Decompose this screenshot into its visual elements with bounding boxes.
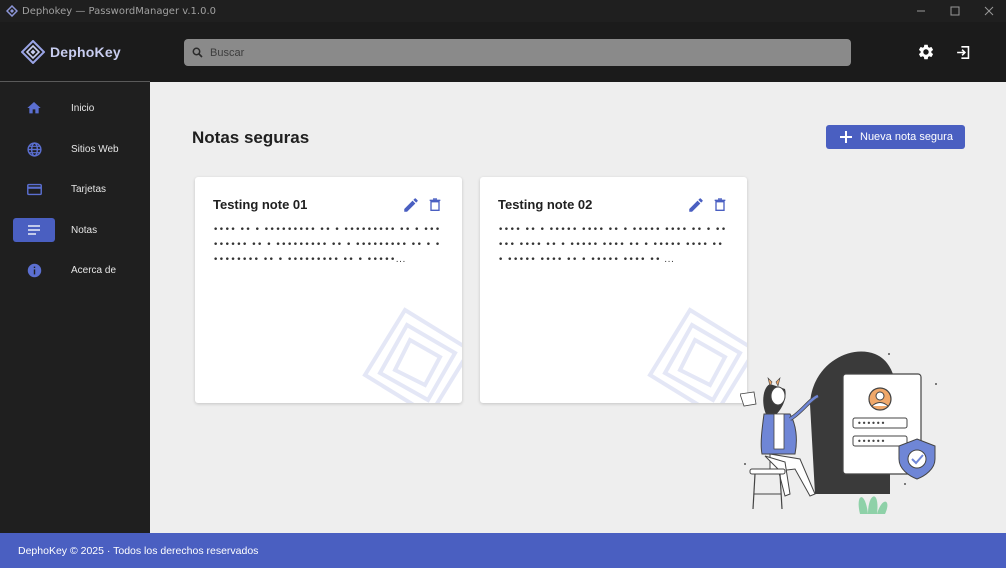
sidebar-item-inicio[interactable]: Inicio	[13, 96, 143, 120]
settings-button[interactable]	[916, 42, 936, 62]
globe-icon	[26, 141, 42, 157]
logout-icon	[956, 45, 969, 59]
close-icon	[984, 6, 994, 16]
dephokey-logo-icon	[21, 39, 45, 64]
brand: DephoKey	[0, 22, 150, 82]
window-titlebar: Dephokey — PasswordManager v.1.0.0	[0, 0, 1006, 22]
footer: DephoKey © 2025 · Todos los derechos res…	[0, 533, 1006, 568]
sidebar-item-label: Tarjetas	[71, 183, 107, 195]
sidebar-item-label: Notas	[71, 224, 98, 236]
sidebar-item-label: Inicio	[71, 102, 95, 114]
svg-text:••••••: ••••••	[857, 419, 885, 428]
minimize-icon	[917, 10, 925, 12]
close-window-button[interactable]	[972, 0, 1006, 22]
main-content: Notas seguras Nueva nota segura Testing …	[150, 82, 1006, 533]
footer-text: DephoKey © 2025 · Todos los derechos res…	[18, 544, 259, 557]
info-icon	[27, 263, 41, 277]
logo-watermark-icon	[647, 307, 747, 403]
sidebar-item-notas[interactable]: Notas	[13, 218, 143, 242]
delete-icon[interactable]	[427, 196, 443, 214]
note-title: Testing note 02	[498, 197, 593, 212]
brand-name: DephoKey	[50, 43, 121, 60]
edit-icon[interactable]	[402, 196, 420, 214]
search-input[interactable]	[210, 46, 810, 59]
settings-icon	[918, 44, 934, 60]
new-secure-note-button[interactable]: Nueva nota segura	[826, 125, 965, 149]
notes-icon	[28, 225, 40, 235]
minimize-button[interactable]	[904, 0, 938, 22]
svg-text:••••••: ••••••	[857, 437, 885, 446]
note-title: Testing note 01	[213, 197, 308, 212]
maximize-button[interactable]	[938, 0, 972, 22]
note-card[interactable]: Testing note 01 •••• •• • ••••••••• •• •…	[195, 177, 462, 403]
window-title: Dephokey — PasswordManager v.1.0.0	[22, 5, 217, 17]
secure-login-illustration: •••••• ••••••	[740, 351, 937, 514]
app-header: DephoKey	[0, 22, 1006, 82]
logout-button[interactable]	[953, 42, 973, 62]
sidebar: Inicio Sitios Web Tarjetas Notas Acerca …	[0, 82, 150, 533]
credit-card-icon	[26, 183, 42, 195]
sidebar-item-label: Sitios Web	[71, 143, 119, 155]
note-preview: •••• •• • ••••• •••• •• • ••••• •••• •• …	[498, 225, 727, 265]
home-icon	[27, 102, 41, 114]
search-icon	[192, 47, 203, 58]
delete-icon[interactable]	[712, 196, 728, 214]
logo-watermark-icon	[362, 307, 462, 403]
app-logo-icon	[6, 5, 18, 17]
note-preview: •••• •• • ••••••••• •• • ••••••••• •• • …	[213, 225, 441, 265]
sidebar-item-acerca-de[interactable]: Acerca de	[13, 258, 143, 282]
edit-icon[interactable]	[687, 196, 705, 214]
new-secure-note-label: Nueva nota segura	[860, 131, 953, 143]
note-card[interactable]: Testing note 02 •••• •• • ••••• •••• •• …	[480, 177, 747, 403]
search-bar[interactable]	[184, 39, 851, 66]
sidebar-item-label: Acerca de	[71, 264, 117, 276]
page-title: Notas seguras	[192, 128, 310, 147]
sidebar-item-tarjetas[interactable]: Tarjetas	[13, 177, 143, 201]
sidebar-item-sitios-web[interactable]: Sitios Web	[13, 137, 143, 161]
maximize-icon	[950, 6, 960, 16]
plus-icon	[840, 131, 852, 143]
